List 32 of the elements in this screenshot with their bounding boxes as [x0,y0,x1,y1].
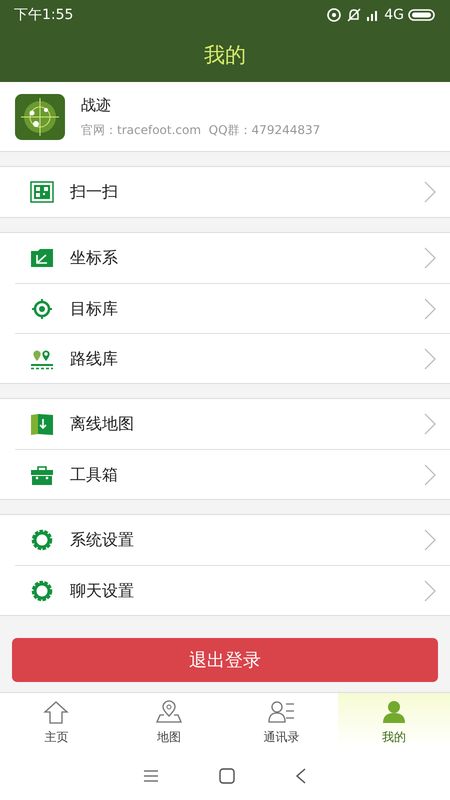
home-square-icon [219,768,235,784]
network-label: 4G [384,6,404,24]
mute-icon [346,7,362,23]
contacts-icon [267,699,296,724]
axes-icon [30,247,54,269]
chevron-icon [424,348,436,370]
page-title: 我的 [204,42,246,70]
gear-icon [30,580,54,602]
chevron-icon [424,298,436,320]
battery-icon [408,8,436,22]
logout-button[interactable]: 退出登录 [12,638,438,682]
toolbox-icon [30,464,54,486]
chevron-icon [424,464,436,486]
home-icon [42,699,70,724]
chevron-icon [424,247,436,269]
menu-icon [143,770,159,782]
profile-name: 战迹 [81,95,112,116]
back-icon [295,768,307,784]
profile-info: 官网：tracefoot.com QQ群：479244837 [81,122,320,139]
chevron-icon [424,529,436,551]
gear-icon [30,529,54,551]
chevron-icon [424,181,436,203]
chevron-icon [424,580,436,602]
chevron-icon [424,413,436,435]
status-time: 下午1:55 [14,6,74,24]
target-icon [30,298,54,320]
app-logo-icon [15,94,65,140]
pins-icon [30,348,54,370]
map-pin-icon [154,699,183,724]
hotspot-icon [326,7,342,23]
map-download-icon [30,413,54,435]
qr-scan-icon [30,181,54,203]
